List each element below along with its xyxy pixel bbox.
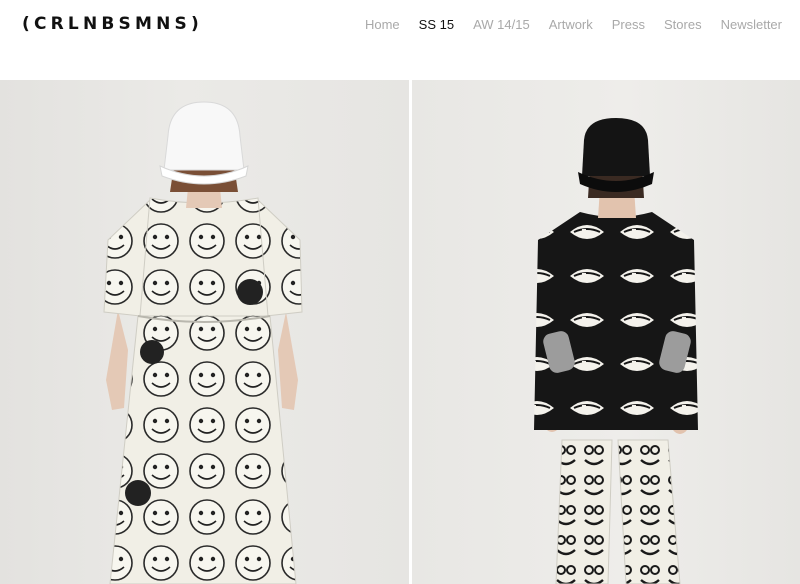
nav-item-stores[interactable]: Stores xyxy=(664,17,702,32)
nav-item-artwork[interactable]: Artwork xyxy=(549,17,593,32)
nav-item-home[interactable]: Home xyxy=(365,17,400,32)
nav-item-aw1415[interactable]: AW 14/15 xyxy=(473,17,530,32)
black-sweater-illustration xyxy=(534,118,698,584)
nav-item-ss15[interactable]: SS 15 xyxy=(419,17,454,32)
main-nav: Home SS 15 AW 14/15 Artwork Press Stores… xyxy=(365,17,782,32)
site-header: (CRLNBSMNS) Home SS 15 AW 14/15 Artwork … xyxy=(0,0,800,80)
lookbook-photo-black-sweater[interactable] xyxy=(412,80,800,584)
nav-item-newsletter[interactable]: Newsletter xyxy=(721,17,782,32)
lookbook-photo-white-dress[interactable] xyxy=(0,80,409,584)
nav-item-press[interactable]: Press xyxy=(612,17,645,32)
white-dress-illustration xyxy=(103,101,303,584)
brand-logo[interactable]: (CRLNBSMNS) xyxy=(22,14,203,34)
lookbook-gallery xyxy=(0,80,800,584)
